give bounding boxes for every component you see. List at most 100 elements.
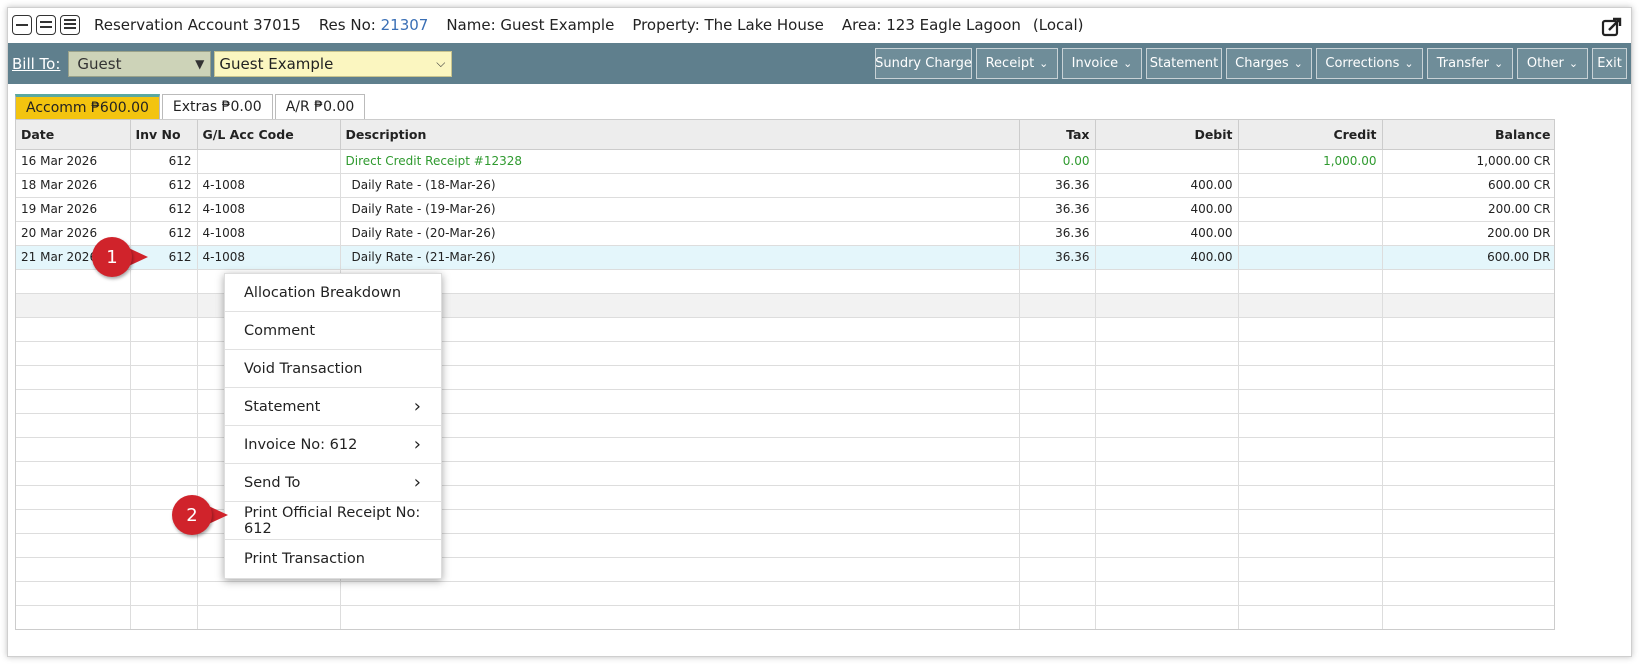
- other-button[interactable]: Other ⌄: [1517, 48, 1588, 79]
- empty-row: [16, 581, 1554, 606]
- invoice-label: Invoice: [1071, 56, 1119, 71]
- corrections-label: Corrections: [1325, 56, 1400, 71]
- transfer-label: Transfer: [1436, 56, 1490, 71]
- col-gl-code[interactable]: G/L Acc Code: [197, 120, 341, 150]
- cell-credit: [1238, 197, 1383, 222]
- cell-tax: 36.36: [1019, 245, 1096, 270]
- cell-balance: 200.00 DR: [1382, 221, 1554, 246]
- charges-label: Charges: [1235, 56, 1289, 71]
- toolbar: Bill To: Guest ▼ Guest Example ⌵ Sundry …: [8, 43, 1631, 84]
- transfer-button[interactable]: Transfer ⌄: [1427, 48, 1513, 79]
- charges-button[interactable]: Charges ⌄: [1226, 48, 1312, 79]
- cell-inv: 612: [130, 173, 198, 198]
- cell-credit: [1238, 245, 1383, 270]
- statement-button[interactable]: Statement: [1146, 48, 1222, 79]
- menu-send-to[interactable]: Send To ›: [225, 464, 441, 502]
- res-no: Res No: 21307: [319, 16, 429, 34]
- table-row[interactable]: 20 Mar 2026 612 4-1008 Daily Rate - (20-…: [16, 221, 1554, 246]
- tab-ar-label: A/R ₱0.00: [285, 99, 355, 115]
- exit-label: Exit: [1597, 56, 1622, 71]
- col-date[interactable]: Date: [16, 120, 131, 150]
- table-row-selected[interactable]: 21 Mar 2026 612 4-1008 Daily Rate - (21-…: [16, 245, 1554, 270]
- menu-allocation-breakdown[interactable]: Allocation Breakdown: [225, 274, 441, 312]
- invoice-button[interactable]: Invoice ⌄: [1062, 48, 1142, 79]
- chevron-down-icon: ⌄: [1568, 57, 1579, 70]
- tab-ar[interactable]: A/R ₱0.00: [274, 94, 366, 119]
- bill-to-link[interactable]: Bill To:: [12, 55, 60, 73]
- cell-tax: 36.36: [1019, 221, 1096, 246]
- table-row[interactable]: 18 Mar 2026 612 4-1008 Daily Rate - (18-…: [16, 173, 1554, 198]
- view-full-icon[interactable]: [60, 15, 80, 35]
- col-description[interactable]: Description: [340, 120, 1020, 150]
- view-mode-buttons: [12, 15, 80, 35]
- guest-select[interactable]: Guest Example ⌵: [214, 50, 453, 77]
- bill-type-select[interactable]: Guest ▼: [68, 50, 212, 77]
- cell-desc: Daily Rate - (19-Mar-26): [340, 197, 1020, 222]
- tab-accomm-label: Accomm ₱600.00: [26, 100, 149, 116]
- cell-credit: [1238, 221, 1383, 246]
- menu-print-official-receipt[interactable]: Print Official Receipt No: 612: [225, 502, 441, 540]
- res-no-label: Res No:: [318, 16, 376, 34]
- cell-balance: 1,000.00 CR: [1382, 149, 1554, 174]
- menu-statement[interactable]: Statement ›: [225, 388, 441, 426]
- popout-icon[interactable]: [1601, 16, 1623, 38]
- col-credit[interactable]: Credit: [1238, 120, 1383, 150]
- exit-button[interactable]: Exit: [1592, 48, 1627, 79]
- table-row[interactable]: 16 Mar 2026 612 Direct Credit Receipt #1…: [16, 149, 1554, 174]
- menu-invoice-no[interactable]: Invoice No: 612 ›: [225, 426, 441, 464]
- cell-balance: 200.00 CR: [1382, 197, 1554, 222]
- menu-print-transaction[interactable]: Print Transaction: [225, 540, 441, 578]
- table-header-row: Date Inv No G/L Acc Code Description Tax…: [16, 120, 1554, 150]
- table-row[interactable]: 19 Mar 2026 612 4-1008 Daily Rate - (19-…: [16, 197, 1554, 222]
- cell-credit: [1238, 173, 1383, 198]
- view-medium-icon[interactable]: [36, 15, 56, 35]
- menu-label: Comment: [244, 322, 316, 339]
- guest-name: Name: Guest Example: [446, 16, 615, 34]
- res-no-link[interactable]: 21307: [381, 16, 429, 34]
- receipt-button[interactable]: Receipt ⌄: [976, 48, 1058, 79]
- callout-number: 1: [92, 237, 132, 277]
- menu-comment[interactable]: Comment: [225, 312, 441, 350]
- cell-debit: [1095, 149, 1239, 174]
- cell-desc: Daily Rate - (18-Mar-26): [340, 173, 1020, 198]
- cell-tax: 0.00: [1019, 149, 1096, 174]
- col-balance[interactable]: Balance: [1382, 120, 1554, 150]
- cell-date: 16 Mar 2026: [16, 149, 131, 174]
- sundry-charge-label: Sundry Charge: [875, 56, 972, 71]
- cell-gl: 4-1008: [197, 221, 341, 246]
- corrections-button[interactable]: Corrections ⌄: [1316, 48, 1423, 79]
- menu-void-transaction[interactable]: Void Transaction: [225, 350, 441, 388]
- callout-2: 2: [172, 495, 230, 535]
- menu-label: Send To: [244, 474, 301, 491]
- menu-label: Allocation Breakdown: [244, 284, 402, 301]
- chevron-down-icon: ⌄: [1494, 57, 1504, 70]
- menu-label: Print Official Receipt No: 612: [244, 504, 421, 537]
- cell-inv: 612: [130, 197, 198, 222]
- cell-debit: 400.00: [1095, 197, 1239, 222]
- sundry-charge-button[interactable]: Sundry Charge: [875, 48, 972, 79]
- cell-desc: Daily Rate - (21-Mar-26): [340, 245, 1020, 270]
- header-bar: Reservation Account 37015 Res No: 21307 …: [8, 8, 1631, 42]
- view-compact-icon[interactable]: [12, 15, 32, 35]
- chevron-down-icon: ⌵: [436, 56, 446, 70]
- cell-credit: 1,000.00: [1238, 149, 1383, 174]
- col-tax[interactable]: Tax: [1019, 120, 1096, 150]
- chevron-right-icon: ›: [413, 472, 421, 493]
- empty-row: [16, 605, 1554, 629]
- cell-gl: 4-1008: [197, 173, 341, 198]
- chevron-right-icon: ›: [413, 434, 421, 455]
- callout-1: 1: [92, 237, 150, 277]
- row-context-menu: Allocation Breakdown Comment Void Transa…: [224, 273, 442, 579]
- tab-extras-label: Extras ₱0.00: [172, 99, 262, 115]
- bill-type-value: Guest: [77, 54, 122, 73]
- tab-accomm[interactable]: Accomm ₱600.00: [15, 94, 160, 119]
- chevron-down-icon: ▼: [195, 56, 205, 71]
- other-label: Other: [1526, 56, 1564, 71]
- col-inv-no[interactable]: Inv No: [130, 120, 198, 150]
- menu-label: Statement: [244, 398, 321, 415]
- col-debit[interactable]: Debit: [1095, 120, 1239, 150]
- area-name: Area: 123 Eagle Lagoon: [841, 16, 1021, 34]
- callout-number: 2: [172, 495, 212, 535]
- cell-debit: 400.00: [1095, 221, 1239, 246]
- tab-extras[interactable]: Extras ₱0.00: [161, 94, 273, 119]
